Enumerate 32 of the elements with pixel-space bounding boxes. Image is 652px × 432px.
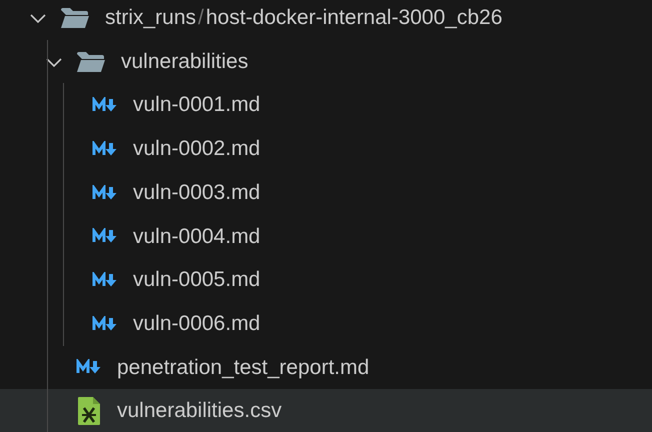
folder-name[interactable]: host-docker-internal-3000_cb26 (206, 2, 502, 34)
file-row[interactable]: vuln-0001.md (0, 83, 652, 128)
file-name: vuln-0003.md (133, 180, 260, 206)
markdown-icon (92, 228, 118, 244)
path-separator: / (198, 5, 204, 32)
file-row[interactable]: vuln-0004.md (0, 214, 652, 258)
file-name: penetration_test_report.md (117, 354, 370, 381)
file-row[interactable]: penetration_test_report.md (0, 346, 652, 390)
file-name: vuln-0006.md (133, 310, 260, 337)
markdown-icon (92, 272, 118, 288)
markdown-icon (76, 359, 102, 376)
markdown-icon (92, 97, 118, 114)
file-row[interactable]: vulnerabilities.csv (0, 389, 652, 432)
spreadsheet-icon (76, 396, 102, 426)
file-name: vuln-0004.md (133, 224, 260, 250)
folder-row[interactable]: vulnerabilities (0, 40, 652, 84)
folder-name: vulnerabilities (121, 48, 248, 75)
open-folder-icon (60, 6, 90, 29)
file-name: vuln-0005.md (133, 267, 260, 294)
folder-row[interactable]: strix_runs/host-docker-internal-3000_cb26 (0, 0, 652, 40)
file-name: vuln-0001.md (133, 92, 260, 118)
folder-name[interactable]: strix_runs (105, 2, 196, 34)
markdown-icon (92, 184, 118, 201)
file-row[interactable]: vuln-0005.md (0, 258, 652, 302)
markdown-icon (92, 316, 118, 332)
file-name: vulnerabilities.csv (117, 398, 282, 424)
file-row[interactable]: vuln-0006.md (0, 302, 652, 346)
open-folder-icon (76, 50, 106, 73)
file-name: vuln-0002.md (133, 136, 260, 162)
markdown-icon (92, 140, 118, 157)
file-row[interactable]: vuln-0002.md (0, 127, 652, 171)
file-row[interactable]: vuln-0003.md (0, 170, 652, 214)
